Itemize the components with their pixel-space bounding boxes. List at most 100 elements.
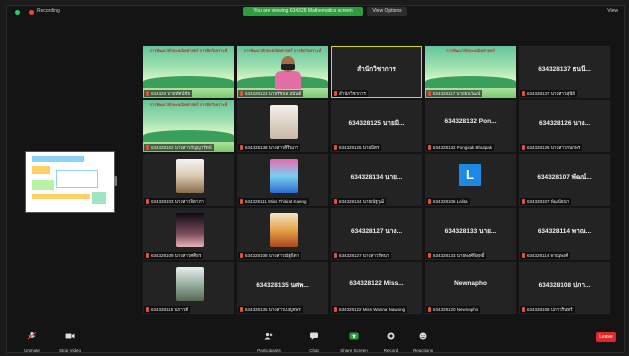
unmute-button[interactable]: Unmute [17, 327, 47, 353]
meeting-toolbar: Unmute Stop Video Participants Chat Shar… [7, 324, 624, 352]
record-button[interactable]: Record [379, 327, 403, 352]
participant-name-tag: 634328102 นางสาวกัญญารัตน์ [144, 144, 214, 151]
participant-tile[interactable]: 634328111 Miss Thitirat Kaeng [237, 154, 328, 206]
participant-tile[interactable]: 634328126 นาง... 634328126 นางสาวกนกพร [519, 100, 610, 152]
view-button[interactable]: View [607, 8, 618, 14]
muted-microphone-icon [522, 253, 525, 258]
participant-video [275, 56, 301, 89]
slide-title: การพัฒนาทักษะคณิตศาสตร์ [446, 48, 495, 53]
participant-tile[interactable]: Newnapho 634328120 Newnapho [425, 262, 516, 314]
video-camera-icon [65, 333, 75, 339]
slide-wave [425, 76, 516, 88]
participant-tile[interactable]: 634328134 นาย... 634328134 นายณัฐวุฒิ [331, 154, 422, 206]
avatar: L [459, 164, 481, 186]
participant-name-label: 634328107 พัฒน์ธนา [527, 199, 570, 204]
participant-name-label: สำนักวิชาการ [339, 91, 366, 96]
participant-name-tag: 634328127 นางสาวรัตนา [332, 252, 392, 259]
unmute-label: Unmute [24, 348, 40, 353]
participant-name-label: 634328137 นางสาวสุนีย์ [527, 91, 575, 96]
muted-microphone-icon [146, 145, 149, 150]
participants-label: Participants [257, 348, 281, 353]
muted-microphone-icon [334, 199, 337, 204]
participant-tile[interactable]: 634328108 ปภา... 634328108 ปภาวรินทร์ [519, 262, 610, 314]
participant-tile[interactable]: 634328109 นางสาวศศิธร [143, 208, 234, 260]
resize-handle[interactable] [114, 176, 117, 186]
participant-name-tag: 634328107 พัฒน์ธนา [520, 198, 572, 205]
participant-name-label: 634328125 นายมิตร [339, 145, 380, 150]
participant-display-name: 634328108 ปภา... [538, 282, 591, 289]
share-screen-button[interactable]: Share Screen [337, 327, 371, 352]
participant-name-tag: 634328114 พาณุพงศ์ [520, 252, 571, 259]
participant-tile[interactable]: 634328138 นางสาวศิรินภา [237, 100, 328, 152]
participant-tile[interactable]: 634328133 นาย... 634328133 นายพงศ์พิสุทธิ… [425, 208, 516, 260]
participant-tile[interactable]: 634328103 นางสาวจิดาภา [143, 154, 234, 206]
participant-tile[interactable]: สำนักวิชาการ สำนักวิชาการ [331, 46, 422, 98]
participant-tile[interactable]: 634328114 พาณ... 634328114 พาณุพงศ์ [519, 208, 610, 260]
participant-tile[interactable]: 634328107 พัฒน์... 634328107 พัฒน์ธนา [519, 154, 610, 206]
muted-microphone-icon [334, 91, 337, 96]
profile-photo [176, 267, 204, 301]
participant-display-name: 634328122 Miss... [349, 280, 404, 287]
participant-name-label: 634328114 พาณุพงศ์ [527, 253, 569, 258]
participant-name-tag: 634328120 Newnapho [426, 306, 481, 313]
participant-tile[interactable]: 634328135 นศพ... 634328135 นางสาวเบญจพร [237, 262, 328, 314]
view-options-button[interactable]: View Options [367, 7, 407, 16]
participant-name-label: 634328135 นางสาวเบญจพร [245, 307, 301, 312]
thumb-block [56, 170, 98, 188]
muted-microphone-icon [240, 307, 243, 312]
shield-icon[interactable] [15, 10, 20, 15]
participant-name-tag: 634328137 นางสาวสุนีย์ [520, 90, 577, 97]
muted-microphone-icon [522, 145, 525, 150]
participant-name-tag: 634328138 นางสาวศิรินภา [238, 144, 301, 151]
participant-name-label: 634328132 Pongsak Bhutpak [433, 145, 493, 150]
chat-button[interactable]: Chat [303, 327, 325, 352]
muted-microphone-icon [428, 199, 431, 204]
reactions-label: Reactions [412, 348, 433, 353]
participant-tile[interactable]: 634328122 Miss... 634328122 Miss Wanna Na… [331, 262, 422, 314]
thumb-block [92, 192, 106, 204]
shared-screen-thumbnail[interactable] [25, 151, 115, 213]
participant-name-label: 634328133 นายพงศ์พิสุทธิ์ [433, 253, 485, 258]
participant-tile[interactable]: 634328125 นายมิ... 634328125 นายมิตร [331, 100, 422, 152]
participant-name-tag: 634328133 นายพงศ์พิสุทธิ์ [426, 252, 487, 259]
participant-name-label: 634328127 นางสาวรัตนา [339, 253, 390, 258]
participant-tile[interactable]: การพัฒนาทักษะคณิตศาสตร์ การคิดวิเคราะห์ 6… [143, 46, 234, 98]
participant-tile[interactable]: 634328132 Pon... 634328132 Pongsak Bhutpa… [425, 100, 516, 152]
participant-tile[interactable]: 634328115 ปภาวดี [143, 262, 234, 314]
participant-tile[interactable]: การพัฒนาทักษะคณิตศาสตร์ การคิดวิเคราะห์ 6… [237, 46, 328, 98]
slide-wave [143, 76, 234, 88]
slide-title: การพัฒนาทักษะคณิตศาสตร์ การคิดวิเคราะห์ [243, 48, 322, 53]
participant-tile[interactable]: การพัฒนาทักษะคณิตศาสตร์ 634328117 นายธนวั… [425, 46, 516, 98]
participant-display-name: 634328126 นาง... [538, 120, 591, 127]
muted-microphone-icon [146, 199, 149, 204]
muted-microphone-icon [240, 145, 243, 150]
chat-icon [310, 332, 318, 340]
slide-wave [143, 130, 234, 142]
participant-display-name: 634328125 นายมิ... [348, 120, 405, 127]
reactions-button[interactable]: Reactions [409, 327, 437, 353]
participant-tile[interactable]: 634328108 นางสาวณัฐธิดา [237, 208, 328, 260]
participant-tile[interactable]: L 634328106 Lalita [425, 154, 516, 206]
participant-name-tag: 634328103 นางสาวจิดาภา [144, 198, 206, 205]
participant-name-tag: 634328115 ปภาวดี [144, 306, 191, 313]
video-button[interactable]: Stop Video [55, 327, 85, 352]
participant-name-label: 634328106 Lalita [433, 199, 468, 204]
muted-microphone-icon [428, 91, 431, 96]
muted-microphone-icon [334, 253, 337, 258]
participant-name-label: 634328122 Miss Wanna Nawong [339, 307, 406, 312]
thumb-block [32, 156, 84, 162]
participant-name-label: 634328108 ปภาวรินทร์ [527, 307, 573, 312]
participant-name-tag: 634328134 นายณัฐวุฒิ [332, 198, 387, 205]
participant-tile[interactable]: การพัฒนาทักษะคณิตศาสตร์ การคิดวิเคราะห์ 6… [143, 100, 234, 152]
participant-tile[interactable]: 634328137 ธนนี... 634328137 นางสาวสุนีย์ [519, 46, 610, 98]
participant-name-label: 634328111 Miss Thitirat Kaeng [245, 199, 307, 204]
participants-button[interactable]: Participants [254, 327, 284, 353]
participant-name-label: 634328115 ปภาวดี [151, 307, 189, 312]
participant-name-tag: 634328117 นายธนวัฒน์ [426, 90, 483, 97]
participant-name-label: 634328108 นางสาวณัฐธิดา [245, 253, 300, 258]
participant-tile[interactable]: 634328127 นาง... 634328127 นางสาวรัตนา [331, 208, 422, 260]
muted-microphone-icon [522, 307, 525, 312]
leave-button[interactable]: Leave [596, 332, 616, 342]
participant-name-tag: 634328132 Pongsak Bhutpak [426, 144, 495, 151]
participant-display-name: 634328133 นาย... [444, 228, 497, 235]
